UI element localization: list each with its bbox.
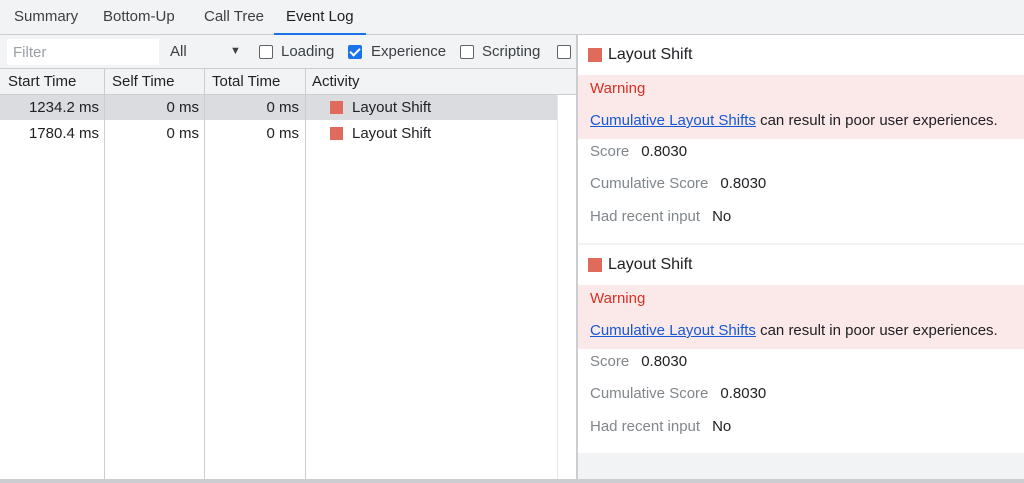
loading-checkbox-label[interactable]: Loading [281,35,334,69]
warning-text: can result in poor user experiences. [755,112,998,129]
duration-select[interactable]: All [170,35,187,69]
extra-category-checkbox[interactable] [557,45,571,59]
tab-bottom-up[interactable]: Bottom-Up [103,0,175,35]
warning-banner: Warning Cumulative Layout Shifts can res… [578,75,1024,139]
details-title-text: Layout Shift [608,46,693,63]
layout-shift-details-card: Layout Shift Warning Cumulative Layout S… [578,35,1024,243]
column-header-start-time[interactable]: Start Time [0,69,76,95]
tab-call-tree[interactable]: Call Tree [204,0,264,35]
table-header: Start Time Self Time Total Time Activity [0,69,576,95]
cell-self-time: 0 ms [166,99,199,116]
details-title: Layout Shift [588,255,693,275]
table-row[interactable]: 1234.2 ms 0 ms 0 ms Layout Shift [0,95,557,120]
score-label: Score [590,353,630,370]
warning-banner: Warning Cumulative Layout Shifts can res… [578,285,1024,349]
had-recent-input-value: No [712,208,732,225]
warning-label: Warning [590,80,646,97]
had-recent-input-value: No [712,418,732,435]
experience-checkbox-label[interactable]: Experience [371,35,446,69]
scripting-checkbox-label[interactable]: Scripting [482,35,540,69]
layout-shift-swatch-icon [330,127,343,140]
cls-link[interactable]: Cumulative Layout Shifts [590,322,756,339]
chevron-down-icon[interactable]: ▼ [230,35,241,69]
table-row[interactable]: 1780.4 ms 0 ms 0 ms Layout Shift [0,121,557,146]
tab-event-log[interactable]: Event Log [274,0,366,35]
details-title-text: Layout Shift [608,256,693,273]
column-header-activity[interactable]: Activity [304,69,360,95]
cell-total-time: 0 ms [266,125,299,142]
cumulative-score-value: 0.8030 [720,175,767,192]
details-title: Layout Shift [588,45,693,65]
had-recent-input-row: Had recent input No [590,207,731,227]
cumulative-score-value: 0.8030 [720,385,767,402]
panel-bottom-edge [0,479,1024,483]
cls-link[interactable]: Cumulative Layout Shifts [590,112,756,129]
column-divider[interactable] [305,69,306,479]
details-pane: Layout Shift Warning Cumulative Layout S… [578,35,1024,479]
warning-label: Warning [590,290,646,307]
had-recent-input-label: Had recent input [590,208,701,225]
layout-shift-swatch-icon [588,258,602,272]
cumulative-score-row: Cumulative Score 0.8030 [590,384,766,404]
cumulative-score-label: Cumulative Score [590,175,709,192]
score-row: Score 0.8030 [590,142,687,162]
column-header-total-time[interactable]: Total Time [204,69,280,95]
column-header-self-time[interactable]: Self Time [104,69,175,95]
scripting-checkbox[interactable] [460,45,474,59]
cumulative-score-row: Cumulative Score 0.8030 [590,174,766,194]
column-divider[interactable] [104,69,105,479]
score-label: Score [590,143,630,160]
cell-total-time: 0 ms [266,99,299,116]
had-recent-input-label: Had recent input [590,418,701,435]
experience-checkbox[interactable] [348,45,362,59]
event-log-toolbar: All ▼ Loading Experience Scripting [0,35,576,69]
warning-text: can result in poor user experiences. [755,322,998,339]
had-recent-input-row: Had recent input No [590,417,731,437]
cell-activity: Layout Shift [352,125,432,142]
filter-input[interactable] [7,39,159,65]
cell-start-time: 1234.2 ms [28,99,99,116]
layout-shift-swatch-icon [330,101,343,114]
layout-shift-swatch-icon [588,48,602,62]
loading-checkbox[interactable] [259,45,273,59]
column-divider[interactable] [204,69,205,479]
score-value: 0.8030 [641,143,688,160]
table-scrollbar-gutter[interactable] [557,95,576,479]
bottom-panel-tabbar: Summary Bottom-Up Call Tree Event Log [0,0,1024,35]
cumulative-score-label: Cumulative Score [590,385,709,402]
cell-activity: Layout Shift [352,99,432,116]
cell-self-time: 0 ms [166,125,199,142]
warning-message: Cumulative Layout Shifts can result in p… [590,111,998,131]
warning-message: Cumulative Layout Shifts can result in p… [590,321,998,341]
cell-start-time: 1780.4 ms [28,125,99,142]
score-value: 0.8030 [641,353,688,370]
layout-shift-details-card: Layout Shift Warning Cumulative Layout S… [578,245,1024,453]
score-row: Score 0.8030 [590,352,687,372]
tab-summary[interactable]: Summary [14,0,78,35]
